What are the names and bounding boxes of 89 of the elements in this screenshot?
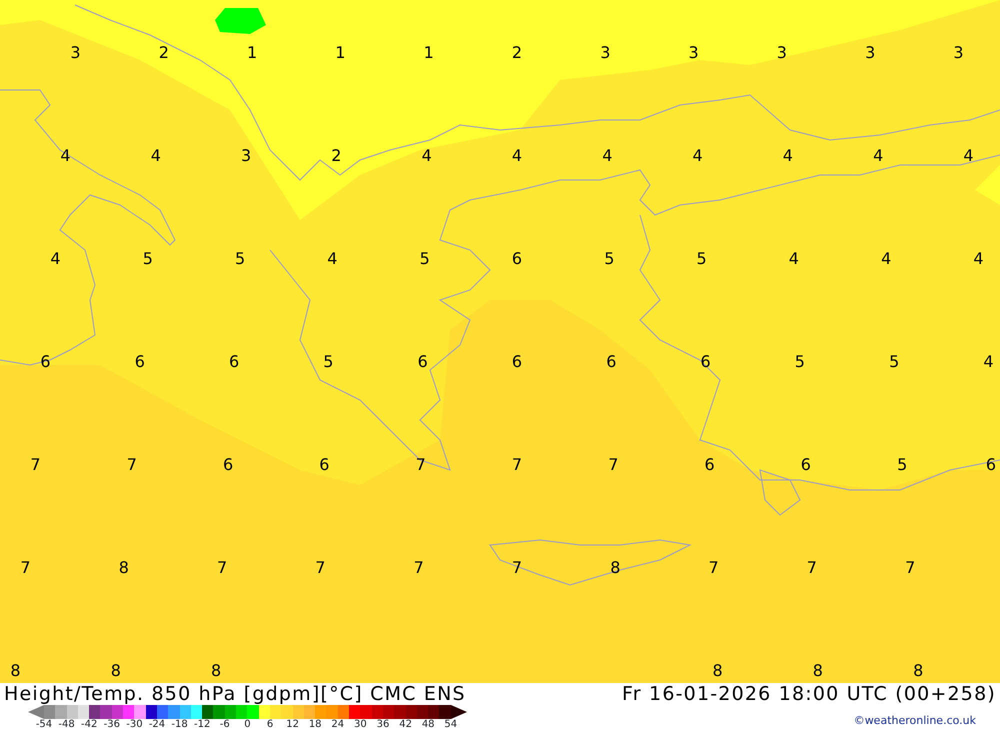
- contour-label: 7: [708, 560, 719, 576]
- contour-label: 4: [602, 148, 612, 164]
- contour-label: 5: [889, 354, 900, 370]
- contour-label: 7: [217, 560, 228, 576]
- contour-label: 7: [416, 457, 426, 473]
- contour-label: 2: [512, 45, 522, 61]
- contour-label: 6: [319, 457, 330, 473]
- legend-tick-label: 12: [286, 719, 299, 731]
- legend-tick-label: -18: [171, 719, 188, 731]
- contour-label: 7: [806, 560, 817, 576]
- contour-label: 6: [418, 354, 428, 370]
- credit-link[interactable]: ©weatheronline.co.uk: [854, 715, 976, 727]
- contour-label: 4: [692, 148, 703, 164]
- legend-tick-label: -54: [36, 719, 52, 731]
- contour-label: 5: [420, 251, 430, 267]
- legend-tick-label: 24: [331, 719, 344, 731]
- valid-time: Fr 16-01-2026 18:00 UTC (00+258): [622, 683, 996, 705]
- contour-label: 3: [241, 148, 252, 164]
- contour-label: 6: [134, 354, 145, 370]
- legend-tick-label: 0: [244, 719, 251, 731]
- contour-label: 4: [422, 148, 432, 164]
- contour-label: 5: [604, 251, 614, 267]
- contour-label: 4: [150, 148, 161, 164]
- contour-label: 2: [331, 148, 342, 164]
- contour-label: 8: [812, 663, 823, 679]
- contour-label: 5: [696, 251, 707, 267]
- legend-tick-label: 6: [266, 719, 274, 731]
- contour-label: 2: [158, 45, 169, 61]
- legend-tick-label: -6: [220, 719, 230, 731]
- contour-label: 6: [606, 354, 616, 370]
- contour-label: 3: [688, 45, 699, 61]
- contour-label: 7: [608, 457, 618, 473]
- contour-label: 5: [897, 457, 908, 473]
- contour-label: 5: [142, 251, 153, 267]
- contour-label: 7: [126, 457, 137, 473]
- contour-label: 6: [229, 354, 240, 370]
- contour-label: 3: [865, 45, 876, 61]
- legend-tick-label: 42: [399, 719, 412, 731]
- contour-label: 7: [512, 457, 522, 473]
- contour-label: 5: [323, 354, 334, 370]
- temperature-region: [215, 8, 266, 34]
- legend-tick-label: -24: [148, 719, 166, 731]
- legend-tick-label: 18: [308, 719, 322, 731]
- legend-tick-label: -30: [126, 719, 143, 731]
- contour-label: 7: [414, 560, 424, 576]
- contour-label: 3: [953, 45, 964, 61]
- legend-tick-label: -12: [194, 719, 210, 731]
- contour-label: 7: [905, 560, 916, 576]
- legend-tick-label: 54: [444, 719, 458, 731]
- contour-label: 4: [873, 148, 884, 164]
- contour-label: 7: [20, 560, 31, 576]
- contour-label: 1: [247, 45, 258, 61]
- contour-label: 4: [973, 251, 984, 267]
- contour-label: 6: [800, 457, 811, 473]
- legend-tick-label: 30: [354, 719, 367, 731]
- contour-label: 8: [211, 663, 222, 679]
- contour-label: 6: [704, 457, 715, 473]
- contour-label: 8: [10, 663, 21, 679]
- contour-label: 4: [50, 251, 61, 267]
- contour-label: 1: [335, 45, 346, 61]
- contour-label: 5: [794, 354, 805, 370]
- contour-label: 4: [782, 148, 793, 164]
- legend-tick-label: 48: [422, 719, 435, 731]
- contour-label: 3: [776, 45, 787, 61]
- contour-label: 8: [712, 663, 723, 679]
- contour-label: 6: [700, 354, 711, 370]
- contour-label: 4: [788, 251, 799, 267]
- contour-label: 4: [983, 354, 994, 370]
- map-title: Height/Temp. 850 hPa [gdpm][°C] CMC ENS: [4, 683, 466, 705]
- contour-label: 8: [118, 560, 129, 576]
- contour-label: 4: [327, 251, 338, 267]
- legend-tick-label: -48: [58, 719, 75, 731]
- contour-label: 7: [30, 457, 41, 473]
- contour-label: 6: [512, 354, 522, 370]
- contour-label: 8: [110, 663, 121, 679]
- contour-label: 5: [235, 251, 246, 267]
- contour-label: 6: [512, 251, 522, 267]
- contour-label: 4: [963, 148, 974, 164]
- contour-label: 3: [600, 45, 610, 61]
- contour-label: 4: [881, 251, 892, 267]
- contour-label: 4: [512, 148, 522, 164]
- contour-label: 8: [913, 663, 924, 679]
- legend-tick-label: -36: [104, 719, 120, 731]
- contour-label: 3: [70, 45, 81, 61]
- contour-label: 1: [424, 45, 434, 61]
- legend-tick-label: -42: [81, 719, 98, 731]
- contour-label: 6: [223, 457, 234, 473]
- contour-label: 7: [315, 560, 326, 576]
- legend-tick-label: 36: [376, 719, 390, 731]
